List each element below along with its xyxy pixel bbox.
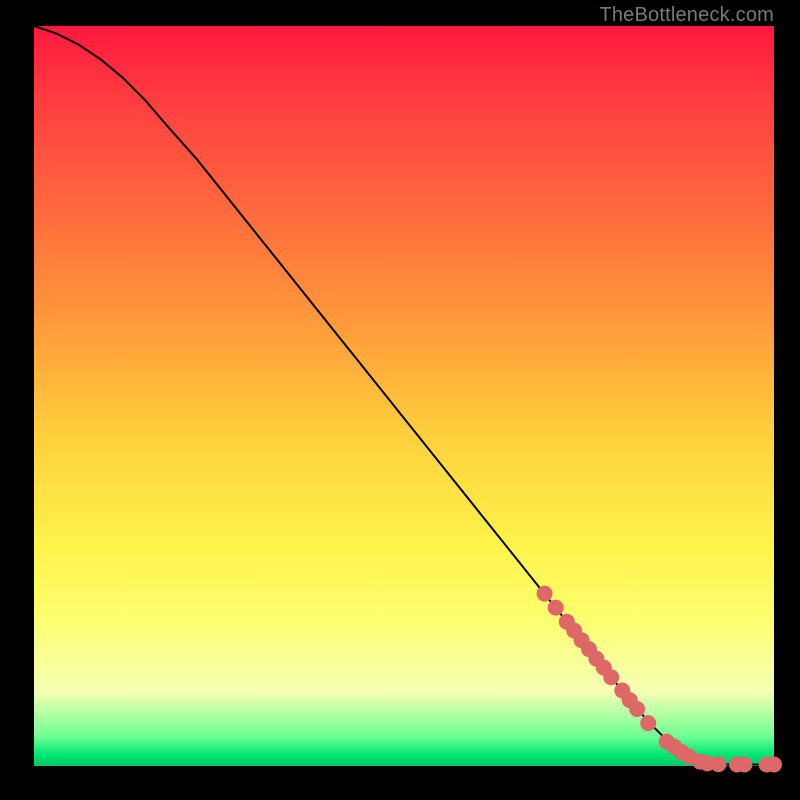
data-marker xyxy=(603,669,619,685)
data-marker xyxy=(736,757,752,773)
chart-stage: TheBottleneck.com xyxy=(0,0,800,800)
data-marker xyxy=(537,586,553,602)
data-marker xyxy=(548,600,564,616)
curve-line xyxy=(34,26,774,765)
plot-area xyxy=(34,26,774,766)
watermark-text: TheBottleneck.com xyxy=(599,4,774,27)
marker-group xyxy=(537,586,782,773)
data-marker xyxy=(640,715,656,731)
data-marker xyxy=(711,756,727,772)
data-marker xyxy=(766,757,782,773)
chart-svg xyxy=(34,26,774,766)
data-marker xyxy=(629,701,645,717)
